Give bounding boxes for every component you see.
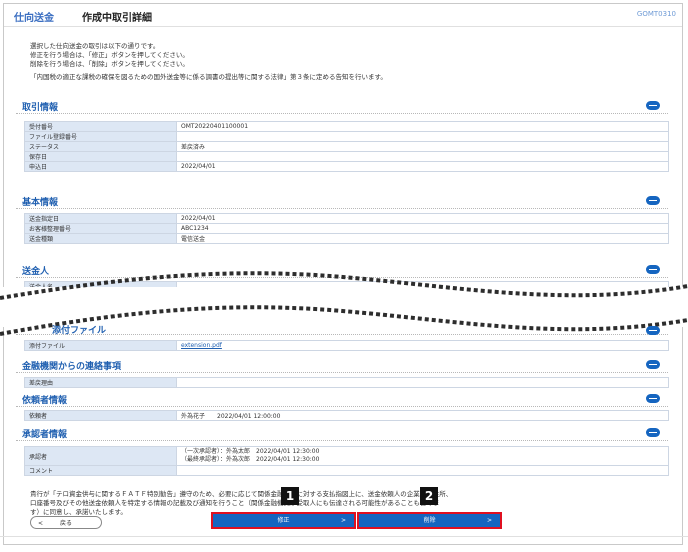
table-row: 添付ファイル extension.pdf (24, 340, 669, 351)
table-row: 差戻理由 (24, 377, 669, 388)
page-title: 作成中取引詳細 (82, 13, 152, 24)
intro-line: 「内国税の適正な課税の確保を図るための国外送金等に係る調書の提出等に関する法律」… (30, 73, 387, 81)
table-row: 依頼者 外為花子 2022/04/01 12:00:00 (24, 410, 669, 421)
row-label: 差戻理由 (24, 377, 177, 388)
row-label: 受付番号 (24, 121, 177, 132)
row-label: 送金指定日 (24, 213, 177, 224)
section-approver: 承認者情報 (16, 424, 668, 441)
row-label: 添付ファイル (24, 340, 177, 351)
row-value: OMT20220401100001 (176, 121, 669, 132)
delete-button-label: 削除 (423, 517, 436, 524)
chevron-right-icon: > (340, 517, 346, 524)
final-approver: （最終承認者）：外為次郎 2022/04/01 12:30:00 (181, 456, 320, 463)
table-row: 送金種類 電信送金 (24, 233, 669, 244)
row-label: お客様整理番号 (24, 223, 177, 234)
app-title: 仕向送金 (14, 13, 54, 24)
table-row: 保存日 (24, 151, 669, 162)
basic-table: 送金指定日 2022/04/01 お客様整理番号 ABC1234 送金種類 電信送金 (24, 213, 669, 244)
table-row: 承認者 （一次承認者）：外為太郎 2022/04/01 12:30:00 （最終… (24, 446, 669, 466)
section-bank-notice: 金融機関からの連絡事項 (16, 356, 668, 373)
row-value: ABC1234 (176, 223, 669, 234)
row-label: ファイル登録番号 (24, 131, 177, 142)
back-button-label: 戻る (59, 520, 72, 527)
intro-line: 修正を行う場合は、「修正」ボタンを押してください。 (30, 51, 189, 59)
section-title: 承認者情報 (22, 430, 68, 440)
section-title: 依頼者情報 (22, 396, 68, 406)
row-value: （一次承認者）：外為太郎 2022/04/01 12:30:00 （最終承認者）… (176, 446, 669, 466)
footnote-line: 口座番号及びその他送金依頼人を特定する情報の記載及び通知を行うこと（関係金融機関… (30, 499, 440, 507)
first-approver: （一次承認者）：外為太郎 2022/04/01 12:30:00 (181, 448, 320, 455)
collapse-icon[interactable] (646, 428, 660, 437)
section-basic: 基本情報 (16, 192, 668, 209)
collapse-icon[interactable] (646, 394, 660, 403)
attachment-link[interactable]: extension.pdf (176, 340, 669, 351)
table-row: 申込日 2022/04/01 (24, 161, 669, 172)
chevron-left-icon: < (38, 520, 44, 527)
requester-table: 依頼者 外為花子 2022/04/01 12:00:00 (24, 410, 669, 421)
table-row: ステータス 差戻済み (24, 141, 669, 152)
row-value: 2022/04/01 (176, 161, 669, 172)
section-title: 取引情報 (22, 103, 59, 113)
collapse-icon[interactable] (646, 196, 660, 205)
row-value: 外為花子 2022/04/01 12:00:00 (176, 410, 669, 421)
collapse-icon[interactable] (646, 101, 660, 110)
table-row: ファイル登録番号 (24, 131, 669, 142)
section-requester: 依頼者情報 (16, 390, 668, 407)
section-title: 基本情報 (22, 198, 59, 208)
title-bar: 仕向送金 作成中取引詳細 GOMT0310 (4, 4, 682, 27)
row-label: 依頼者 (24, 410, 177, 421)
collapse-icon[interactable] (646, 360, 660, 369)
row-value: 電信送金 (176, 233, 669, 244)
back-button[interactable]: < 戻る (30, 516, 102, 529)
bank-notice-table: 差戻理由 (24, 377, 669, 388)
row-value: 差戻済み (176, 141, 669, 152)
chevron-right-icon: > (486, 517, 492, 524)
row-label: コメント (24, 465, 177, 476)
section-title: 添付ファイル (52, 326, 107, 336)
transaction-table: 受付番号 OMT20220401100001 ファイル登録番号 ステータス 差戻済み… (24, 121, 669, 172)
row-value (176, 151, 669, 162)
modify-button-label: 修正 (277, 517, 290, 524)
table-row: 送金指定日 2022/04/01 (24, 213, 669, 224)
row-value (176, 465, 669, 476)
row-label: 保存日 (24, 151, 177, 162)
row-label: 申込日 (24, 161, 177, 172)
intro-text: 選択した仕向送金の取引は以下の通りです。 修正を行う場合は、「修正」ボタンを押し… (30, 42, 387, 82)
callout-badge-2: 2 (420, 487, 438, 505)
callout-badge-1: 1 (281, 487, 299, 505)
fatf-consent-text: 貴行が「テロ資金供与に関するＦＡＴＦ特別勧告」遵守のため、必要に応じて関係金融機… (30, 490, 670, 517)
section-title: 金融機関からの連絡事項 (22, 362, 122, 372)
intro-line: 選択した仕向送金の取引は以下の通りです。 (30, 42, 160, 50)
delete-button[interactable]: 削除 > (357, 512, 502, 529)
section-file: 添付ファイル (16, 318, 668, 336)
row-value (176, 377, 669, 388)
screen-id: GOMT0310 (636, 10, 676, 18)
intro-line: 削除を行う場合は、「削除」ボタンを押してください。 (30, 60, 189, 68)
approver-table: 承認者 （一次承認者）：外為太郎 2022/04/01 12:30:00 （最終… (24, 446, 669, 476)
row-label: 承認者 (24, 446, 177, 466)
modify-button[interactable]: 修正 > (211, 512, 356, 529)
file-table: 添付ファイル extension.pdf (24, 340, 669, 351)
row-label: 送金種類 (24, 233, 177, 244)
bottom-divider (0, 536, 688, 537)
row-value: 2022/04/01 (176, 213, 669, 224)
row-label: ステータス (24, 141, 177, 152)
collapse-icon[interactable] (646, 326, 660, 335)
table-row: 受付番号 OMT20220401100001 (24, 121, 669, 132)
table-row: お客様整理番号 ABC1234 (24, 223, 669, 234)
table-row: コメント (24, 465, 669, 476)
section-transaction: 取引情報 (16, 97, 668, 114)
row-value (176, 131, 669, 142)
footnote-line: 貴行が「テロ資金供与に関するＦＡＴＦ特別勧告」遵守のため、必要に応じて関係金融機… (30, 490, 453, 498)
